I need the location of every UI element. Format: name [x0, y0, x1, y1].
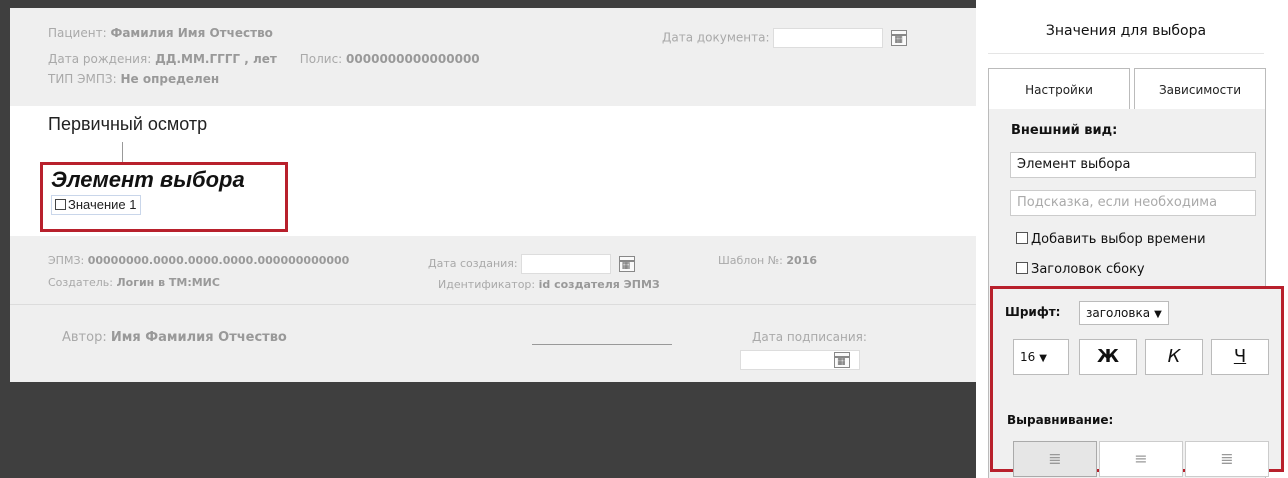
emr-type-value: Не определен — [120, 72, 220, 86]
align-right-icon: ≣ — [1220, 449, 1234, 468]
emz-line: ЭПМЗ: 00000000.0000.0000.0000.0000000000… — [48, 254, 349, 267]
format-settings-highlight: Шрифт: заголовка ▼ 16 ▼ Ж К Ч Выравнивание… — [990, 286, 1284, 477]
side-header-label: Заголовок сбоку — [1031, 262, 1145, 277]
section-title: Первичный осмотр — [48, 114, 208, 134]
align-label: Выравнивание: — [1007, 413, 1114, 427]
chevron-down-icon: ▼ — [1154, 309, 1162, 320]
emr-type-label: ТИП ЭМПЗ: — [48, 72, 117, 86]
font-select[interactable]: заголовка ▼ — [1079, 301, 1169, 325]
emr-type-line: ТИП ЭМПЗ: Не определен — [48, 72, 219, 86]
bold-button[interactable]: Ж — [1079, 339, 1137, 375]
add-time-checkbox[interactable]: Добавить выбор времени — [1016, 232, 1206, 247]
created-date: Дата создания: — [428, 254, 635, 274]
calendar-icon[interactable] — [891, 30, 908, 46]
document-date-input[interactable] — [773, 28, 884, 48]
identifier-label: Идентификатор: — [438, 278, 536, 291]
document-date-label: Дата документа: — [662, 30, 770, 45]
title-field[interactable]: Элемент выбора — [1010, 152, 1256, 178]
font-size-value: 16 — [1020, 350, 1036, 364]
document-body: Первичный осмотр Элемент выбора Значение… — [10, 106, 976, 236]
patient-value: Фамилия Имя Отчество — [110, 26, 273, 40]
choice-element-title[interactable]: Элемент выбора — [51, 167, 245, 193]
editor-area: Пациент: Фамилия Имя Отчество Дата рожде… — [0, 0, 976, 478]
align-center-button[interactable]: ≡ — [1099, 441, 1183, 477]
creator-label: Создатель: — [48, 276, 114, 289]
policy-value: 0000000000000000 — [346, 52, 480, 66]
template-label: Шаблон №: — [718, 254, 783, 267]
author-label: Автор: — [62, 330, 107, 345]
identifier-line: Идентификатор: id создателя ЭПМЗ — [438, 278, 660, 291]
align-right-button[interactable]: ≣ — [1185, 441, 1269, 477]
dob-label: Дата рождения: — [48, 52, 152, 66]
connector-line — [122, 142, 123, 164]
signature-line — [532, 344, 672, 345]
font-label: Шрифт: — [1005, 305, 1061, 319]
chevron-down-icon: ▼ — [1039, 353, 1047, 364]
dob-value: ДД.ММ.ГГГГ , лет — [155, 52, 277, 66]
identifier-value: id создателя ЭПМЗ — [538, 278, 660, 291]
creator-line: Создатель: Логин в ТМ:МИС — [48, 276, 220, 289]
panel-title: Значения для выбора — [988, 8, 1264, 54]
divider — [10, 304, 976, 305]
patient-label: Пациент: — [48, 26, 107, 40]
author-line: Автор: Имя Фамилия Отчество — [62, 330, 287, 345]
emz-value: 00000000.0000.0000.0000.000000000000 — [87, 254, 350, 267]
underline-button[interactable]: Ч — [1211, 339, 1269, 375]
document-sheet: Пациент: Фамилия Имя Отчество Дата рожде… — [10, 8, 976, 382]
italic-button[interactable]: К — [1145, 339, 1203, 375]
align-center-icon: ≡ — [1134, 449, 1148, 468]
calendar-icon[interactable] — [618, 256, 635, 272]
created-date-label: Дата создания: — [428, 257, 518, 270]
emz-label: ЭПМЗ: — [48, 254, 85, 267]
document-date: Дата документа: — [662, 28, 908, 48]
patient-line: Пациент: Фамилия Имя Отчество — [48, 26, 273, 40]
template-line: Шаблон №: 2016 — [718, 254, 817, 267]
policy-label: Полис: — [299, 52, 343, 66]
template-value: 2016 — [786, 254, 818, 267]
font-select-value: заголовка — [1086, 306, 1151, 320]
appearance-label: Внешний вид: — [1011, 123, 1118, 138]
dob-line: Дата рождения: ДД.ММ.ГГГГ , лет Полис: 0… — [48, 52, 480, 66]
side-header-checkbox[interactable]: Заголовок сбоку — [1016, 262, 1145, 277]
align-left-icon: ≣ — [1048, 449, 1062, 468]
checkbox[interactable] — [1016, 262, 1028, 274]
creator-value: Логин в ТМ:МИС — [116, 276, 220, 289]
calendar-icon[interactable] — [834, 352, 850, 368]
author-value: Имя Фамилия Отчество — [110, 330, 287, 345]
checkbox[interactable] — [1016, 232, 1028, 244]
hint-field[interactable]: Подсказка, если необходима — [1010, 190, 1256, 216]
choice-option[interactable]: Значение 1 — [51, 195, 141, 215]
checkbox[interactable] — [55, 199, 66, 210]
tab-dependencies[interactable]: Зависимости — [1134, 68, 1266, 110]
sign-date-label: Дата подписания: — [752, 330, 867, 344]
add-time-label: Добавить выбор времени — [1031, 232, 1206, 247]
tab-settings[interactable]: Настройки — [988, 68, 1130, 110]
align-left-button[interactable]: ≣ — [1013, 441, 1097, 477]
choice-element-highlight[interactable]: Элемент выбора Значение 1 — [40, 162, 288, 232]
font-size-select[interactable]: 16 ▼ — [1013, 339, 1069, 375]
created-date-input[interactable] — [521, 254, 612, 274]
choice-option-label: Значение 1 — [68, 197, 137, 212]
